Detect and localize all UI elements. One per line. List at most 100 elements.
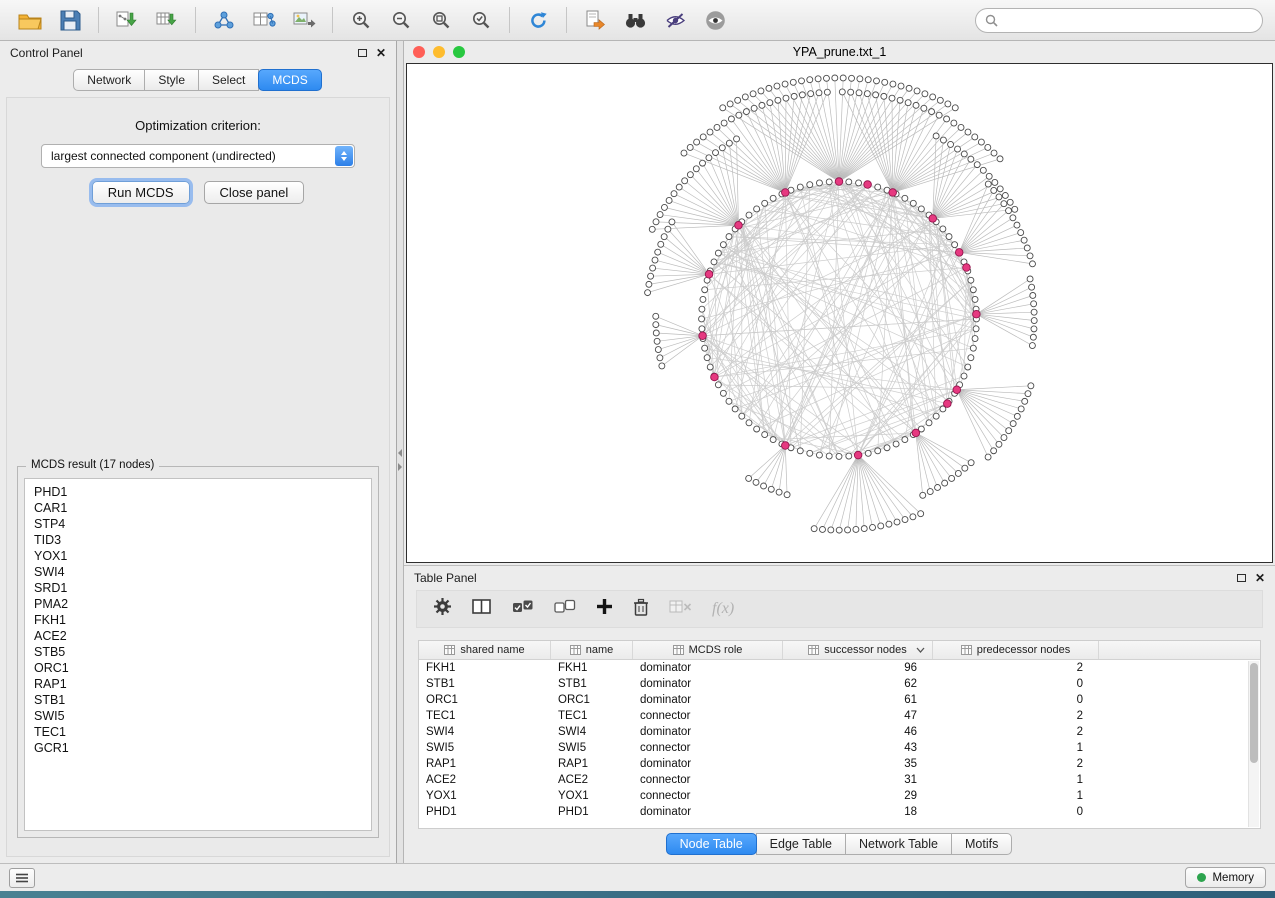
network-node[interactable] (865, 450, 871, 456)
network-node[interactable] (898, 83, 904, 89)
network-node[interactable] (861, 526, 867, 532)
dominator-node[interactable] (711, 373, 719, 381)
dominator-node[interactable] (854, 451, 862, 459)
mcds-result-item[interactable]: TID3 (34, 532, 362, 548)
network-node[interactable] (653, 219, 659, 225)
network-node[interactable] (980, 167, 986, 173)
network-node[interactable] (676, 184, 682, 190)
network-node[interactable] (972, 296, 978, 302)
mcds-result-item[interactable]: CAR1 (34, 500, 362, 516)
table-settings-button[interactable] (433, 597, 452, 621)
network-node[interactable] (933, 133, 939, 139)
show-columns-button[interactable] (472, 599, 492, 620)
network-node[interactable] (1031, 301, 1037, 307)
network-node[interactable] (782, 81, 788, 87)
network-node[interactable] (714, 124, 720, 130)
network-node[interactable] (897, 97, 903, 103)
network-node[interactable] (826, 179, 832, 185)
network-node[interactable] (650, 265, 656, 271)
network-node[interactable] (750, 91, 756, 97)
dominator-node[interactable] (735, 221, 743, 229)
network-node[interactable] (653, 322, 659, 328)
network-node[interactable] (848, 89, 854, 95)
close-panel-button[interactable]: Close panel (204, 181, 305, 204)
network-node[interactable] (874, 78, 880, 84)
network-edge[interactable] (730, 104, 839, 182)
network-node[interactable] (1007, 199, 1013, 205)
network-graph[interactable] (407, 64, 1272, 562)
network-node[interactable] (856, 90, 862, 96)
network-node[interactable] (815, 76, 821, 82)
network-node[interactable] (886, 521, 892, 527)
network-node[interactable] (776, 489, 782, 495)
network-node[interactable] (720, 242, 726, 248)
network-node[interactable] (646, 281, 652, 287)
network-node[interactable] (824, 89, 830, 95)
network-node[interactable] (913, 102, 919, 108)
network-node[interactable] (974, 162, 980, 168)
network-node[interactable] (816, 90, 822, 96)
network-node[interactable] (846, 179, 852, 185)
network-edge[interactable] (893, 153, 994, 192)
network-edge[interactable] (757, 192, 893, 429)
network-node[interactable] (968, 277, 974, 283)
network-node[interactable] (914, 88, 920, 94)
network-node[interactable] (661, 204, 667, 210)
network-node[interactable] (972, 336, 978, 342)
network-node[interactable] (819, 526, 825, 532)
network-edge[interactable] (714, 377, 829, 456)
table-scrollbar[interactable] (1248, 661, 1259, 827)
network-node[interactable] (721, 120, 727, 126)
minimize-window-light[interactable] (433, 46, 445, 58)
network-edge[interactable] (959, 225, 1017, 252)
table-row[interactable]: ACE2ACE2connector311 (419, 772, 1260, 788)
network-node[interactable] (727, 101, 733, 107)
network-node[interactable] (972, 134, 978, 140)
network-node[interactable] (726, 398, 732, 404)
show-all-button[interactable] (697, 4, 733, 36)
network-node[interactable] (905, 100, 911, 106)
table-row[interactable]: STB1STB1dominator620 (419, 676, 1260, 692)
network-node[interactable] (783, 95, 789, 101)
network-node[interactable] (790, 79, 796, 85)
network-node[interactable] (1010, 215, 1016, 221)
network-node[interactable] (687, 144, 693, 150)
network-node[interactable] (693, 166, 699, 172)
network-node[interactable] (996, 194, 1002, 200)
network-node[interactable] (865, 77, 871, 83)
network-node[interactable] (807, 450, 813, 456)
network-edge[interactable] (957, 390, 1009, 431)
import-network-button[interactable] (109, 4, 145, 36)
zoom-selected-button[interactable] (463, 4, 499, 36)
network-node[interactable] (910, 514, 916, 520)
network-node[interactable] (951, 120, 957, 126)
network-node[interactable] (661, 234, 667, 240)
network-node[interactable] (1001, 201, 1007, 207)
network-node[interactable] (992, 179, 998, 185)
network-node[interactable] (700, 160, 706, 166)
network-node[interactable] (694, 139, 700, 145)
network-node[interactable] (906, 85, 912, 91)
network-node[interactable] (991, 150, 997, 156)
dominator-node[interactable] (864, 181, 872, 189)
network-node[interactable] (968, 355, 974, 361)
network-node[interactable] (732, 406, 738, 412)
vertical-splitter[interactable] (397, 41, 404, 863)
network-node[interactable] (736, 112, 742, 118)
network-edge[interactable] (858, 455, 872, 527)
network-node[interactable] (889, 95, 895, 101)
network-node[interactable] (766, 85, 772, 91)
network-node[interactable] (965, 129, 971, 135)
network-node[interactable] (762, 200, 768, 206)
network-node[interactable] (882, 79, 888, 85)
mcds-result-item[interactable]: ACE2 (34, 628, 362, 644)
network-node[interactable] (968, 460, 974, 466)
open-session-button[interactable] (12, 4, 48, 36)
network-node[interactable] (1031, 318, 1037, 324)
network-node[interactable] (770, 437, 776, 443)
dominator-node[interactable] (912, 429, 920, 437)
network-node[interactable] (985, 144, 991, 150)
network-node[interactable] (1030, 292, 1036, 298)
network-node[interactable] (846, 453, 852, 459)
network-node[interactable] (774, 83, 780, 89)
